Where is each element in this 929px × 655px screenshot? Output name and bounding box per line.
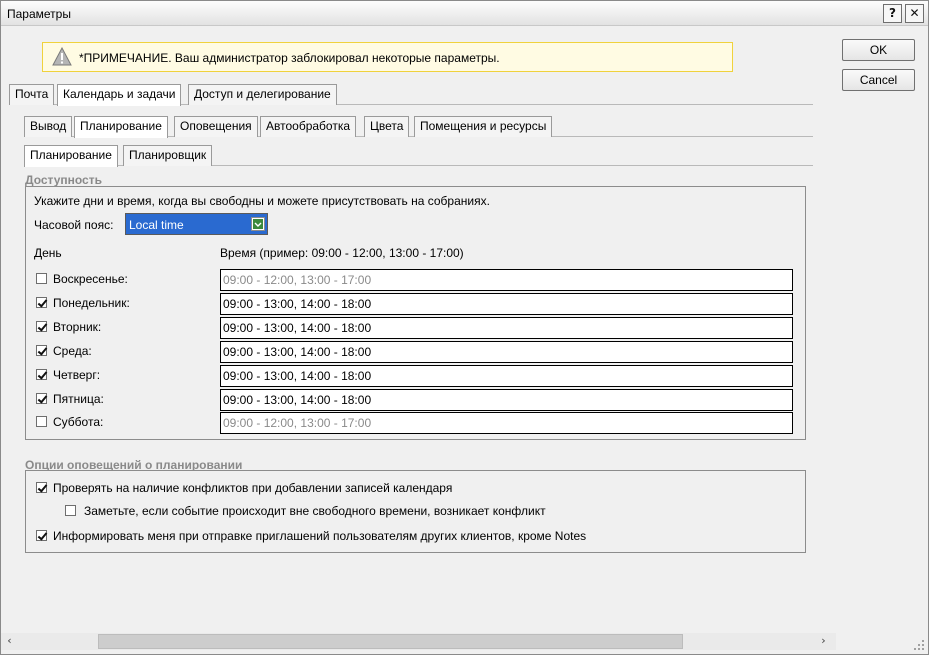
checkbox-sunday[interactable]: [36, 273, 47, 284]
time-input-saturday[interactable]: [220, 412, 793, 434]
checkbox-monday[interactable]: [36, 297, 47, 308]
warning-icon: [52, 46, 72, 70]
resize-grip-icon[interactable]: [913, 639, 925, 651]
checkbox-inform-other-clients[interactable]: [36, 530, 47, 541]
tab-alarms[interactable]: Оповещения: [174, 116, 258, 137]
tab-scheduling[interactable]: Планирование: [74, 116, 168, 138]
ok-button[interactable]: OK: [842, 39, 915, 61]
tab-access-delegation[interactable]: Доступ и делегирование: [188, 84, 337, 105]
tab-scheduler[interactable]: Планировщик: [123, 145, 213, 166]
day-label-wednesday: Среда:: [53, 344, 92, 358]
scrollbar-thumb[interactable]: [98, 634, 683, 649]
day-label-saturday: Суббота:: [53, 415, 104, 429]
checkbox-wednesday[interactable]: [36, 345, 47, 356]
cancel-button[interactable]: Cancel: [842, 69, 915, 91]
day-label-sunday: Воскресенье:: [53, 272, 128, 286]
tab-view[interactable]: Вывод: [24, 116, 73, 137]
tab-autoprocess[interactable]: Автообработка: [260, 116, 357, 137]
close-button[interactable]: ✕: [905, 4, 924, 23]
option-check-conflicts: Проверять на наличие конфликтов при доба…: [53, 481, 453, 495]
scheduling-tabs: Планирование Планировщик: [24, 145, 813, 167]
tab-mail[interactable]: Почта: [9, 84, 55, 105]
help-button[interactable]: ?: [883, 4, 902, 23]
checkbox-tuesday[interactable]: [36, 321, 47, 332]
tab-scheduling-inner[interactable]: Планирование: [24, 145, 118, 167]
checkbox-check-conflicts[interactable]: [36, 482, 47, 493]
main-tabs: Почта Календарь и задачи Доступ и делеги…: [9, 84, 813, 106]
tab-colors[interactable]: Цвета: [364, 116, 410, 137]
admin-notice: *ПРИМЕЧАНИЕ. Ваш администратор заблокиро…: [42, 42, 733, 72]
tab-rooms-resources[interactable]: Помещения и ресурсы: [414, 116, 553, 137]
horizontal-scrollbar[interactable]: ‹ ›: [1, 633, 836, 650]
timezone-label: Часовой пояс:: [34, 218, 114, 232]
checkbox-thursday[interactable]: [36, 369, 47, 380]
settings-dialog: Параметры ? ✕ *ПРИМЕЧАНИЕ. Ваш администр…: [0, 0, 929, 655]
time-input-wednesday[interactable]: [220, 341, 793, 363]
tab-calendar-tasks[interactable]: Календарь и задачи: [57, 84, 182, 106]
day-label-friday: Пятница:: [53, 392, 104, 406]
dialog-content: *ПРИМЕЧАНИЕ. Ваш администратор заблокиро…: [1, 27, 928, 655]
window-title: Параметры: [7, 7, 71, 21]
dropdown-icon[interactable]: [251, 217, 265, 231]
title-bar: Параметры ? ✕: [1, 1, 928, 26]
availability-instruction: Укажите дни и время, когда вы свободны и…: [34, 194, 490, 208]
time-input-tuesday[interactable]: [220, 317, 793, 339]
day-label-tuesday: Вторник:: [53, 320, 102, 334]
time-input-sunday[interactable]: [220, 269, 793, 291]
notice-text: *ПРИМЕЧАНИЕ. Ваш администратор заблокиро…: [79, 51, 500, 65]
option-inform-other-clients: Информировать меня при отправке приглаше…: [53, 529, 587, 543]
scroll-right-icon[interactable]: ›: [815, 633, 832, 650]
day-label-thursday: Четверг:: [53, 368, 101, 382]
checkbox-outside-free-time[interactable]: [65, 505, 76, 516]
day-header: День: [34, 246, 62, 260]
availability-title: Доступность: [25, 173, 102, 187]
option-outside-free-time: Заметьте, если событие происходит вне св…: [84, 504, 546, 518]
day-label-monday: Понедельник:: [53, 296, 130, 310]
timezone-value: Local time: [129, 218, 184, 232]
time-input-thursday[interactable]: [220, 365, 793, 387]
time-input-friday[interactable]: [220, 389, 793, 411]
scroll-left-icon[interactable]: ‹: [1, 633, 18, 650]
checkbox-saturday[interactable]: [36, 416, 47, 427]
sub-tabs: Вывод Планирование Оповещения Автообрабо…: [24, 116, 813, 138]
timezone-select[interactable]: Local time: [125, 213, 268, 235]
time-header: Время (пример: 09:00 - 12:00, 13:00 - 17…: [220, 246, 464, 260]
checkbox-friday[interactable]: [36, 393, 47, 404]
time-input-monday[interactable]: [220, 293, 793, 315]
